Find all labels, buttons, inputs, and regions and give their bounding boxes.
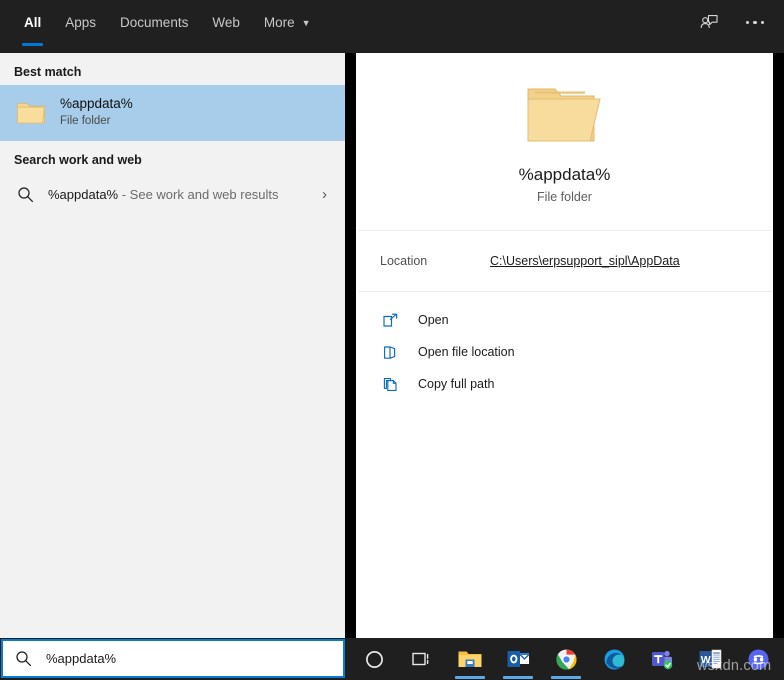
search-icon	[15, 650, 32, 667]
taskbar-item-cortana[interactable]	[350, 638, 398, 680]
chevron-down-icon: ▼	[302, 19, 311, 28]
search-header: All Apps Documents Web More ▼	[0, 0, 784, 53]
taskbar-item-discord[interactable]	[734, 638, 782, 680]
running-indicator	[551, 676, 581, 679]
web-result-query: %appdata%	[48, 187, 118, 202]
preview-hero: %appdata% File folder	[356, 53, 773, 230]
header-actions	[690, 0, 774, 45]
taskbar-item-file-explorer[interactable]	[446, 638, 494, 680]
svg-text:W: W	[701, 654, 711, 666]
taskbar: %appdata%	[0, 638, 784, 680]
location-row: Location C:\Users\erpsupport_sipl\AppDat…	[356, 231, 773, 291]
tab-web-label: Web	[212, 15, 240, 30]
running-indicator	[455, 676, 485, 679]
tab-web[interactable]: Web	[200, 0, 252, 45]
feedback-button[interactable]	[690, 4, 728, 42]
folder-icon	[14, 96, 48, 130]
web-result-suffix: - See work and web results	[118, 187, 278, 202]
folder-open-icon	[380, 342, 400, 362]
word-icon: W	[698, 648, 722, 670]
more-options-button[interactable]	[736, 4, 774, 42]
tab-apps-label: Apps	[65, 15, 96, 30]
cortana-icon	[364, 649, 385, 670]
action-open-label: Open	[418, 313, 449, 327]
web-result-item[interactable]: %appdata% - See work and web results ›	[0, 173, 345, 215]
taskbar-item-teams[interactable]	[638, 638, 686, 680]
edge-icon	[603, 648, 626, 671]
tab-apps[interactable]: Apps	[53, 0, 108, 45]
discord-icon	[747, 648, 770, 671]
action-open-file-location[interactable]: Open file location	[356, 336, 773, 368]
taskbar-item-outlook[interactable]	[494, 638, 542, 680]
results-panel: Best match %appdata% File folder Search …	[0, 53, 345, 638]
preview-title: %appdata%	[519, 165, 611, 185]
taskbar-item-edge[interactable]	[590, 638, 638, 680]
result-item-title: %appdata%	[60, 96, 133, 113]
chrome-icon	[555, 648, 578, 671]
taskbar-icons: W	[350, 638, 782, 680]
result-item-subtitle: File folder	[60, 114, 133, 130]
search-icon	[14, 183, 36, 205]
windows-search-overlay: All Apps Documents Web More ▼	[0, 0, 784, 680]
taskbar-item-chrome[interactable]	[542, 638, 590, 680]
external-link-icon	[380, 310, 400, 330]
tab-all[interactable]: All	[12, 0, 53, 45]
copy-icon	[380, 374, 400, 394]
action-open[interactable]: Open	[356, 304, 773, 336]
preview-panel: %appdata% File folder Location C:\Users\…	[356, 53, 773, 638]
taskbar-search-box[interactable]: %appdata%	[1, 639, 345, 678]
result-item-appdata[interactable]: %appdata% File folder	[0, 85, 345, 141]
chevron-right-icon[interactable]: ›	[322, 186, 333, 203]
tab-documents[interactable]: Documents	[108, 0, 200, 45]
result-item-text: %appdata% File folder	[60, 96, 133, 129]
tab-all-label: All	[24, 15, 41, 30]
action-copy-full-path[interactable]: Copy full path	[356, 368, 773, 400]
task-view-icon	[411, 649, 433, 669]
search-filter-tabs: All Apps Documents Web More ▼	[0, 0, 323, 45]
action-copy-full-path-label: Copy full path	[418, 377, 494, 391]
tab-more[interactable]: More ▼	[252, 0, 323, 45]
search-input[interactable]: %appdata%	[46, 651, 116, 666]
tab-more-label: More	[264, 15, 295, 30]
best-match-heading: Best match	[0, 53, 345, 85]
location-label: Location	[380, 254, 490, 268]
action-open-file-location-label: Open file location	[418, 345, 515, 359]
preview-subtitle: File folder	[537, 190, 592, 204]
person-feedback-icon	[699, 13, 719, 33]
file-explorer-icon	[457, 648, 483, 670]
search-web-heading: Search work and web	[0, 141, 345, 173]
tab-documents-label: Documents	[120, 15, 188, 30]
teams-icon	[650, 648, 674, 670]
taskbar-item-task-view[interactable]	[398, 638, 446, 680]
open-folder-icon	[522, 75, 608, 153]
ellipsis-icon	[746, 21, 765, 25]
preview-actions: Open Open file location	[356, 292, 773, 400]
tab-active-underline	[22, 43, 43, 46]
taskbar-item-word[interactable]: W	[686, 638, 734, 680]
location-path-link[interactable]: C:\Users\erpsupport_sipl\AppData	[490, 254, 680, 268]
outlook-icon	[506, 648, 530, 670]
running-indicator	[503, 676, 533, 679]
web-result-text: %appdata% - See work and web results	[48, 187, 279, 202]
